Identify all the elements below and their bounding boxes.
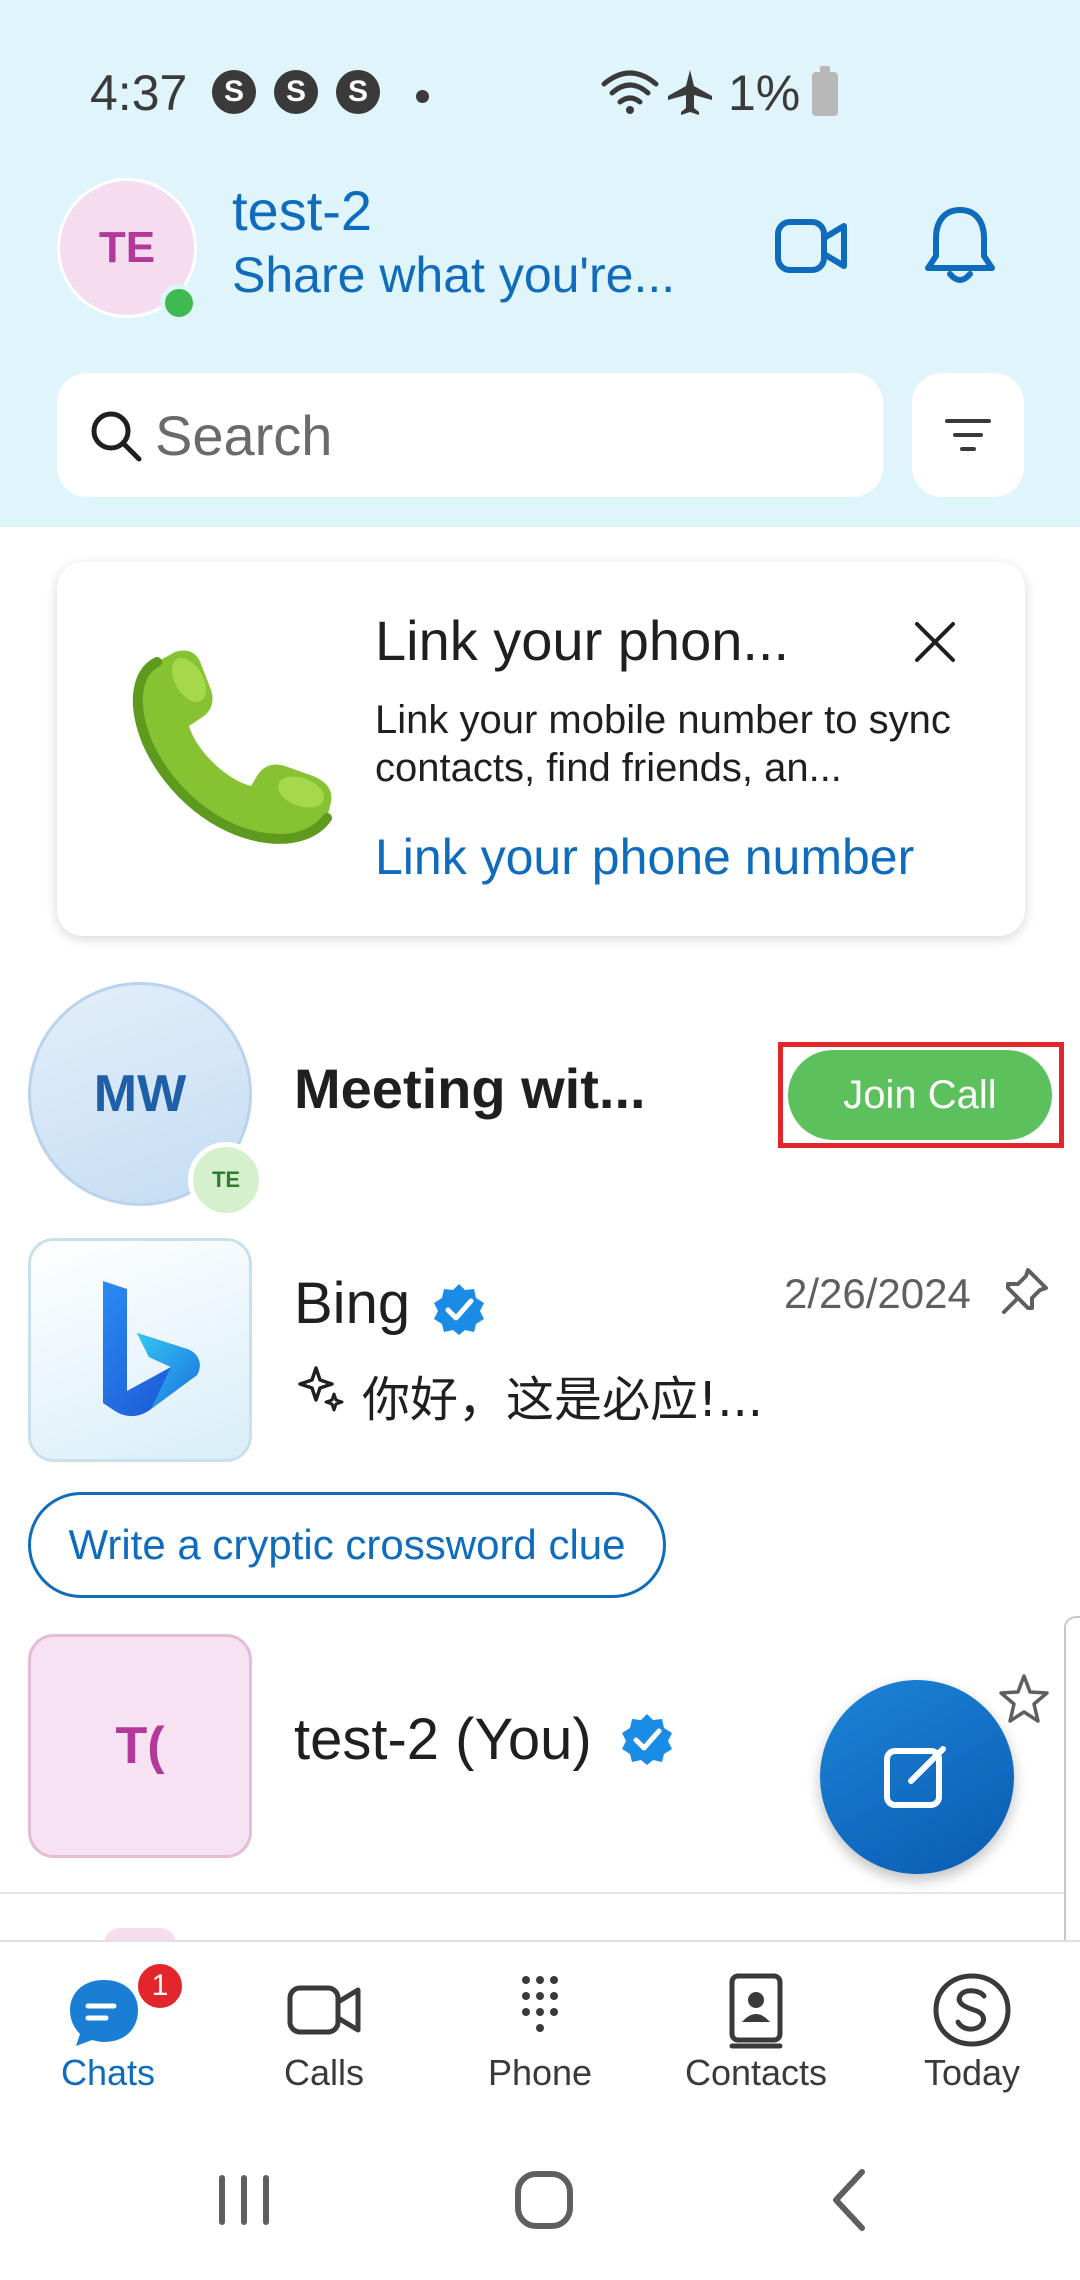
back-icon[interactable] [800, 2150, 900, 2250]
tab-label: Phone [487, 2052, 593, 2093]
contacts-book-icon [729, 1973, 783, 2049]
verified-badge-icon [622, 1714, 672, 1765]
system-navigation-bar [0, 2120, 1080, 2280]
tab-today[interactable]: Today [872, 1942, 1072, 2122]
tab-chats[interactable]: 1 Chats [8, 1942, 208, 2122]
sparkle-icon [298, 1366, 344, 1412]
tab-label: Chats [60, 2052, 156, 2093]
bing-avatar[interactable] [28, 1238, 252, 1462]
more-notifications-dot [416, 90, 429, 103]
search-icon [91, 411, 142, 462]
notifications-bell-icon[interactable] [920, 200, 1000, 290]
home-icon[interactable] [494, 2150, 594, 2250]
bing-chat-date: 2/26/2024 [784, 1270, 971, 1317]
self-chat-title[interactable]: test-2 (You) [294, 1706, 592, 1773]
skype-logo-icon [933, 1973, 1011, 2047]
tab-calls[interactable]: Calls [224, 1942, 424, 2122]
compose-icon [884, 1746, 946, 1808]
verified-badge-icon [434, 1284, 484, 1335]
airplane-mode-icon [668, 70, 712, 115]
profile-status-message[interactable]: Share what you're... [232, 246, 675, 304]
tab-label: Calls [283, 2052, 364, 2093]
list-divider [0, 1892, 1064, 1894]
tab-label: Contacts [684, 2052, 828, 2093]
tab-contacts[interactable]: Contacts [656, 1942, 856, 2122]
link-phone-card: Link your phon... Link your mobile numbe… [57, 562, 1025, 936]
dialpad-icon [522, 1976, 558, 2032]
status-bar: 4:37 S S S 1% [0, 60, 1080, 130]
search-input[interactable] [155, 373, 855, 497]
suggestion-chip[interactable]: Write a cryptic crossword clue [28, 1492, 666, 1598]
skype-notification-icon: S [212, 70, 256, 114]
new-chat-fab[interactable] [820, 1680, 1014, 1874]
join-call-button[interactable]: Join Call [788, 1050, 1052, 1140]
star-icon[interactable] [996, 1672, 1052, 1728]
participant-mini-avatar: TE [188, 1142, 264, 1218]
wifi-icon [601, 70, 659, 114]
link-card-title: Link your phon... [375, 609, 790, 672]
skype-notification-icon: S [274, 70, 318, 114]
bing-logo-icon [103, 1281, 200, 1417]
phone-handset-icon [132, 650, 332, 844]
battery-icon [812, 66, 838, 116]
tab-label: Today [923, 2052, 1021, 2093]
bottom-navigation: 1 Chats Calls Phone Contacts Today [0, 1940, 1080, 2120]
profile-name[interactable]: test-2 [232, 178, 372, 243]
close-icon[interactable] [905, 612, 965, 672]
search-bar[interactable] [57, 373, 883, 497]
pin-icon[interactable] [998, 1264, 1052, 1318]
tab-phone[interactable]: Phone [440, 1942, 640, 2122]
bing-chat-title[interactable]: Bing [294, 1270, 410, 1337]
unread-badge: 1 [134, 1960, 186, 2012]
recent-apps-icon[interactable] [194, 2150, 294, 2250]
video-camera-icon [287, 1985, 361, 2035]
status-time: 4:37 [90, 65, 188, 121]
skype-notification-icon: S [336, 70, 380, 114]
self-chat-avatar[interactable]: T( [28, 1634, 252, 1858]
link-card-description: Link your mobile number to sync contacts… [375, 698, 951, 790]
filter-button[interactable] [912, 373, 1024, 497]
battery-percentage: 1% [728, 65, 801, 121]
bing-last-message: 你好，这是必应!... [362, 1372, 764, 1428]
link-phone-number-link[interactable]: Link your phone number [375, 828, 914, 886]
meet-now-video-icon[interactable] [772, 200, 852, 290]
filter-icon [945, 419, 991, 451]
presence-status-dot [160, 284, 198, 322]
meeting-chat-title[interactable]: Meeting wit... [294, 1056, 646, 1121]
